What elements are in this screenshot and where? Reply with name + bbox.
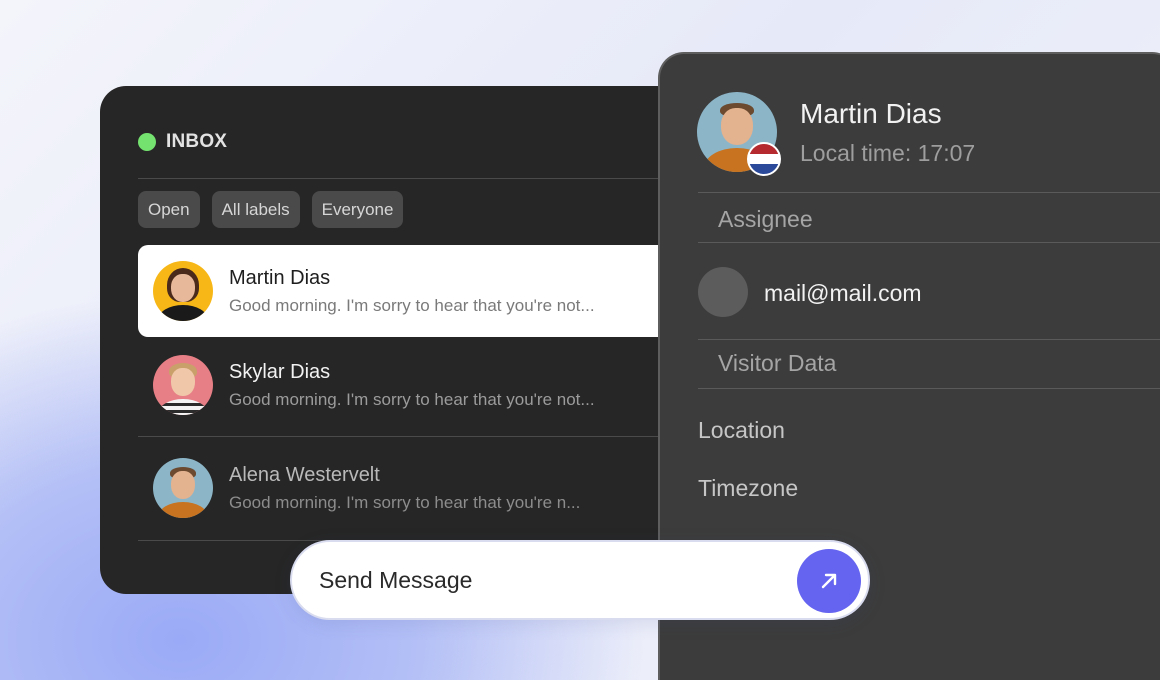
conversation-name: Skylar Dias [229,360,331,383]
filter-assignee-button[interactable]: Everyone [311,191,404,228]
profile-name: Martin Dias [800,98,942,129]
avatar [153,261,213,321]
conversation-item[interactable]: Skylar Dias Good morning. I'm sorry to h… [138,339,720,431]
message-composer[interactable]: Send Message [290,540,870,620]
conversation-name: Martin Dias [229,266,331,289]
avatar [153,355,213,415]
filter-labels-button[interactable]: All labels [211,191,300,228]
avatar-face [171,274,195,302]
inbox-panel: INBOX Open All labels Everyone Martin Di… [100,86,720,594]
conversation-snippet: Good morning. I'm sorry to hear that you… [229,295,595,315]
online-status-icon [138,133,156,151]
netherlands-flag-icon [747,142,781,176]
local-time: Local time: 17:07 [800,140,976,166]
filter-bar: Open All labels Everyone [138,191,404,228]
conversation-item[interactable]: Alena Westervelt Good morning. I'm sorry… [138,442,720,534]
inbox-header: INBOX [138,131,227,153]
location-label: Location [698,417,785,443]
avatar-body [158,305,208,321]
divider [138,436,720,437]
profile-avatar [697,92,781,176]
divider [698,242,1160,243]
divider [698,388,1160,389]
conversation-item[interactable]: Martin Dias Good morning. I'm sorry to h… [138,245,720,337]
divider [698,192,1160,193]
avatar-body [158,502,208,518]
conversation-snippet: Good morning. I'm sorry to hear that you… [229,389,595,409]
avatar-face [171,471,195,499]
assignee-label: Assignee [718,206,813,232]
filter-open-button[interactable]: Open [138,191,200,228]
conversation-name: Alena Westervelt [229,463,380,486]
send-button[interactable] [797,549,861,613]
avatar-face [721,108,753,145]
assignee-avatar[interactable] [698,267,748,317]
divider [698,339,1160,340]
avatar-body [158,399,208,415]
message-input[interactable]: Send Message [319,567,472,594]
visitor-data-label: Visitor Data [718,350,837,376]
avatar-face [171,368,195,396]
arrow-up-right-icon [821,573,837,589]
inbox-title: INBOX [166,131,228,152]
conversation-snippet: Good morning. I'm sorry to hear that you… [229,492,581,512]
divider [138,178,720,179]
contact-email[interactable]: mail@mail.com [764,280,922,307]
timezone-label: Timezone [698,475,799,501]
avatar [153,458,213,518]
